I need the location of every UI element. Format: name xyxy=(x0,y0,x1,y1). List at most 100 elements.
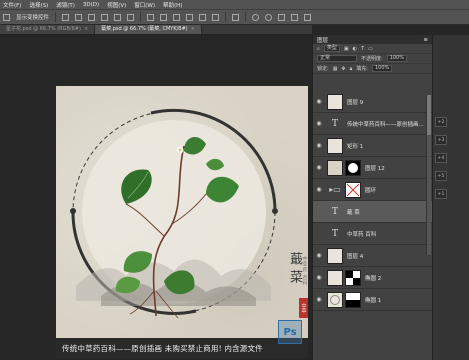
tab-label: 星子花.psd @ 66.7% (RGB/8#) xyxy=(6,26,81,32)
fill-label: 填充: xyxy=(356,66,368,72)
visibility-eye-icon[interactable]: ◉ xyxy=(313,274,325,281)
visibility-eye-icon[interactable]: ◉ xyxy=(313,252,325,259)
visibility-eye-icon[interactable]: ◉ xyxy=(313,120,325,127)
folder-icon: ▸▭ xyxy=(329,185,341,194)
layer-name: 图层 9 xyxy=(347,99,364,106)
lock-row: 锁定: ▦ ✥ 🔒︎ 填充: 100% xyxy=(313,64,432,74)
artboard-canvas[interactable]: 蕺菜 中草药 百科 中草 传统中草药百科——原创插画 未购买禁止商用! 内含源文… xyxy=(56,86,308,358)
layers-panel: 图层 ≡ ⌕ 类型 ▣ ◐ T ▭ 正常 不透明度: 100% 锁定: ▦ ✥ … xyxy=(312,35,433,360)
lock-pixels-icon[interactable]: ▦ xyxy=(333,66,338,72)
layer-mask-thumbnail[interactable] xyxy=(345,181,361,198)
layer-mask-thumbnail[interactable] xyxy=(345,159,361,176)
text-layer-icon: T xyxy=(331,118,338,129)
align-bottom-icon[interactable] xyxy=(127,13,135,21)
filter-text-icon[interactable]: T xyxy=(361,46,364,52)
mini-panel-button[interactable]: +4 xyxy=(435,153,447,163)
distribute-right-icon[interactable] xyxy=(212,13,220,21)
visibility-eye-icon[interactable]: ◉ xyxy=(313,296,325,303)
tool-strip xyxy=(0,35,30,360)
layers-scrollbar[interactable] xyxy=(426,95,431,255)
tab-document-2[interactable]: 蕺菜.psd @ 66.7% (蕺菜, CMYK/8#) × xyxy=(95,25,202,34)
3d-roll-icon[interactable] xyxy=(265,13,273,21)
3d-rotate-icon[interactable] xyxy=(252,13,260,21)
layer-name: 图层 12 xyxy=(365,165,385,172)
layer-row[interactable]: ◉ 椭圆 1 xyxy=(313,289,433,311)
3d-drag-icon[interactable] xyxy=(278,13,286,21)
tab-document-1[interactable]: 星子花.psd @ 66.7% (RGB/8#) × xyxy=(0,25,96,34)
panel-title[interactable]: 图层 xyxy=(317,36,328,44)
mini-panel-button[interactable]: +2 xyxy=(435,117,447,127)
mini-panel-button[interactable]: +1 xyxy=(435,189,447,199)
layer-row[interactable]: ◉ 图层 9 xyxy=(313,91,433,113)
layer-row[interactable]: ◉ ▸▭ 圆环 xyxy=(313,179,433,201)
menu-select[interactable]: 选择(S) xyxy=(29,1,48,9)
opacity-input[interactable]: 100% xyxy=(386,55,407,62)
menu-bar: 文件(F) 选择(S) 滤镜(T) 3D(D) 视图(V) 窗口(W) 帮助(H… xyxy=(0,0,469,9)
lock-all-icon[interactable]: 🔒︎ xyxy=(350,66,353,72)
layer-row[interactable]: ◉ 椭圆 2 xyxy=(313,267,433,289)
layer-thumbnail xyxy=(327,269,343,286)
fill-input[interactable]: 100% xyxy=(371,65,393,72)
align-left-icon[interactable] xyxy=(62,13,70,21)
layer-mask-thumbnail[interactable] xyxy=(345,291,361,308)
arc-dot-right xyxy=(272,208,278,214)
layer-name: 蕺 菜 xyxy=(347,209,360,216)
illustration xyxy=(70,108,278,319)
align-right-icon[interactable] xyxy=(88,13,96,21)
collapsed-panels-strip: +2 +3 +4 +5 +1 xyxy=(432,35,469,360)
layer-thumbnail xyxy=(327,247,343,264)
layer-mask-thumbnail[interactable] xyxy=(345,269,361,286)
align-middle-icon[interactable] xyxy=(114,13,122,21)
visibility-eye-icon[interactable]: ◉ xyxy=(313,142,325,149)
lock-position-icon[interactable]: ✥ xyxy=(341,66,345,72)
show-transform-controls-label: 显示变换控件 xyxy=(16,15,50,21)
layer-row[interactable]: ◉ T 传统中草药百科——原创插画... xyxy=(313,113,433,135)
distribute-left-icon[interactable] xyxy=(186,13,194,21)
layer-name: 中草药 百科 xyxy=(347,231,377,238)
distribute-middle-icon[interactable] xyxy=(160,13,168,21)
layer-row[interactable]: ◉ 图层 12 xyxy=(313,157,433,179)
filter-row: ⌕ 类型 ▣ ◐ T ▭ xyxy=(313,44,432,54)
distribute-top-icon[interactable] xyxy=(147,13,155,21)
visibility-eye-icon[interactable]: ◉ xyxy=(313,164,325,171)
menu-view[interactable]: 视图(V) xyxy=(107,1,126,9)
align-top-icon[interactable] xyxy=(101,13,109,21)
close-icon[interactable]: × xyxy=(84,25,88,34)
layer-row[interactable]: T 中草药 百科 xyxy=(313,223,433,245)
panel-menu-icon[interactable]: ≡ xyxy=(423,37,428,43)
filter-kind-select[interactable]: 类型 xyxy=(323,45,340,52)
menu-help[interactable]: 帮助(H) xyxy=(163,1,182,9)
align-center-icon[interactable] xyxy=(75,13,83,21)
visibility-eye-icon[interactable]: ◉ xyxy=(313,186,325,193)
footer-band: 传统中草药百科——原创插画 未购买禁止商用! 内含源文件 xyxy=(56,338,308,358)
filter-pixel-icon[interactable]: ▣ xyxy=(344,46,349,52)
search-icon: ⌕ xyxy=(317,45,320,52)
3d-slide-icon[interactable] xyxy=(291,13,299,21)
auto-align-icon[interactable] xyxy=(232,13,240,21)
mini-panel-button[interactable]: +3 xyxy=(435,135,447,145)
blend-mode-select[interactable]: 正常 xyxy=(317,55,357,62)
menu-window[interactable]: 窗口(W) xyxy=(134,1,155,9)
text-layer-icon: T xyxy=(331,206,338,217)
layer-name: 图层 4 xyxy=(347,253,364,260)
layer-row-selected[interactable]: T 蕺 菜 xyxy=(313,201,433,223)
mini-panel-button[interactable]: +5 xyxy=(435,171,447,181)
layer-name: 椭圆 1 xyxy=(365,297,382,304)
distribute-center-icon[interactable] xyxy=(199,13,207,21)
layer-name: 椭圆 2 xyxy=(365,275,382,282)
layer-row[interactable]: ◉ 图层 4 xyxy=(313,245,433,267)
checkbox-icon[interactable] xyxy=(3,13,10,21)
menu-filter[interactable]: 滤镜(T) xyxy=(56,1,75,9)
visibility-eye-icon[interactable]: ◉ xyxy=(313,98,325,105)
filter-shape-icon[interactable]: ▭ xyxy=(368,46,373,52)
photoshop-badge-icon: Ps xyxy=(278,320,302,344)
menu-file[interactable]: 文件(F) xyxy=(3,1,21,9)
panel-header: 图层 ≡ xyxy=(313,35,432,44)
3d-scale-icon[interactable] xyxy=(304,13,312,21)
layer-row[interactable]: ◉ 矩形 1 xyxy=(313,135,433,157)
lock-label: 锁定: xyxy=(317,66,329,72)
filter-adjust-icon[interactable]: ◐ xyxy=(353,46,357,52)
menu-3d[interactable]: 3D(D) xyxy=(83,2,99,8)
close-icon[interactable]: × xyxy=(191,25,195,34)
distribute-bottom-icon[interactable] xyxy=(173,13,181,21)
